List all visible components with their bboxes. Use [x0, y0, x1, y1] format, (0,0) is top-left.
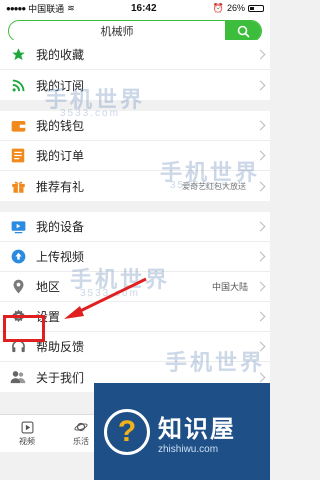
annotation-arrow — [64, 277, 147, 319]
search-icon — [237, 25, 250, 38]
chevron-right-icon — [255, 251, 266, 262]
chevron-right-icon — [255, 372, 266, 382]
upload-icon — [10, 249, 26, 265]
planet-icon — [74, 420, 88, 434]
search-button[interactable] — [225, 21, 261, 41]
chevron-right-icon — [255, 49, 266, 60]
wallet-icon — [10, 118, 26, 134]
chevron-right-icon — [255, 80, 266, 90]
signal-icon: ●●●●● — [6, 3, 26, 13]
menu-item-favorites[interactable]: 我的收藏 — [0, 40, 270, 70]
menu-group-collections: 我的收藏 我的订阅 — [0, 40, 270, 100]
video-icon — [20, 420, 34, 434]
chevron-right-icon — [255, 221, 266, 232]
battery-icon — [247, 4, 264, 12]
watermark-logo: ? 知识屋 zhishiwu.com — [94, 383, 270, 480]
menu-item-orders[interactable]: 我的订单 — [0, 141, 270, 171]
menu-group-wallet: 我的钱包 我的订单 推荐有礼 爱奇艺红包大放送 — [0, 111, 270, 201]
menu-item-devices[interactable]: 我的设备 — [0, 212, 270, 242]
alarm-icon: ⏰ — [212, 2, 224, 13]
location-icon — [10, 279, 26, 295]
search-query[interactable]: 机械师 — [9, 23, 225, 39]
chevron-right-icon — [255, 341, 266, 352]
wifi-icon: ≋ — [67, 2, 75, 13]
chevron-right-icon — [255, 281, 266, 292]
settings-highlight-box — [3, 315, 45, 342]
tab-video[interactable]: 视频 — [0, 415, 54, 452]
menu-item-wallet[interactable]: 我的钱包 — [0, 111, 270, 141]
promo-text: 爱奇艺红包大放送 — [182, 181, 246, 191]
people-icon — [10, 369, 26, 385]
order-icon — [10, 148, 26, 164]
carrier-label: 中国联通 — [28, 3, 65, 14]
logo-url: zhishiwu.com — [158, 443, 219, 455]
search-input[interactable]: 机械师 — [8, 20, 262, 42]
region-value: 中国大陆 — [211, 282, 248, 292]
star-icon — [10, 47, 26, 63]
chevron-right-icon — [255, 181, 266, 191]
clock: 16:42 — [130, 2, 157, 14]
rss-icon — [10, 77, 26, 93]
chevron-right-icon — [255, 150, 266, 161]
logo-title: 知识屋 — [158, 415, 236, 443]
device-icon — [10, 219, 26, 235]
question-mark-icon: ? — [104, 408, 150, 455]
menu-item-referral[interactable]: 推荐有礼 爱奇艺红包大放送 — [0, 171, 270, 201]
chevron-right-icon — [255, 311, 266, 322]
status-bar: ●●●●● 中国联通 ≋ 16:42 ⏰ 26% — [0, 0, 270, 16]
menu-item-subscriptions[interactable]: 我的订阅 — [0, 70, 270, 100]
gift-icon — [10, 178, 26, 194]
chevron-right-icon — [255, 120, 266, 131]
menu-item-upload[interactable]: 上传视频 — [0, 242, 270, 272]
battery-percent: 26% — [226, 3, 245, 13]
